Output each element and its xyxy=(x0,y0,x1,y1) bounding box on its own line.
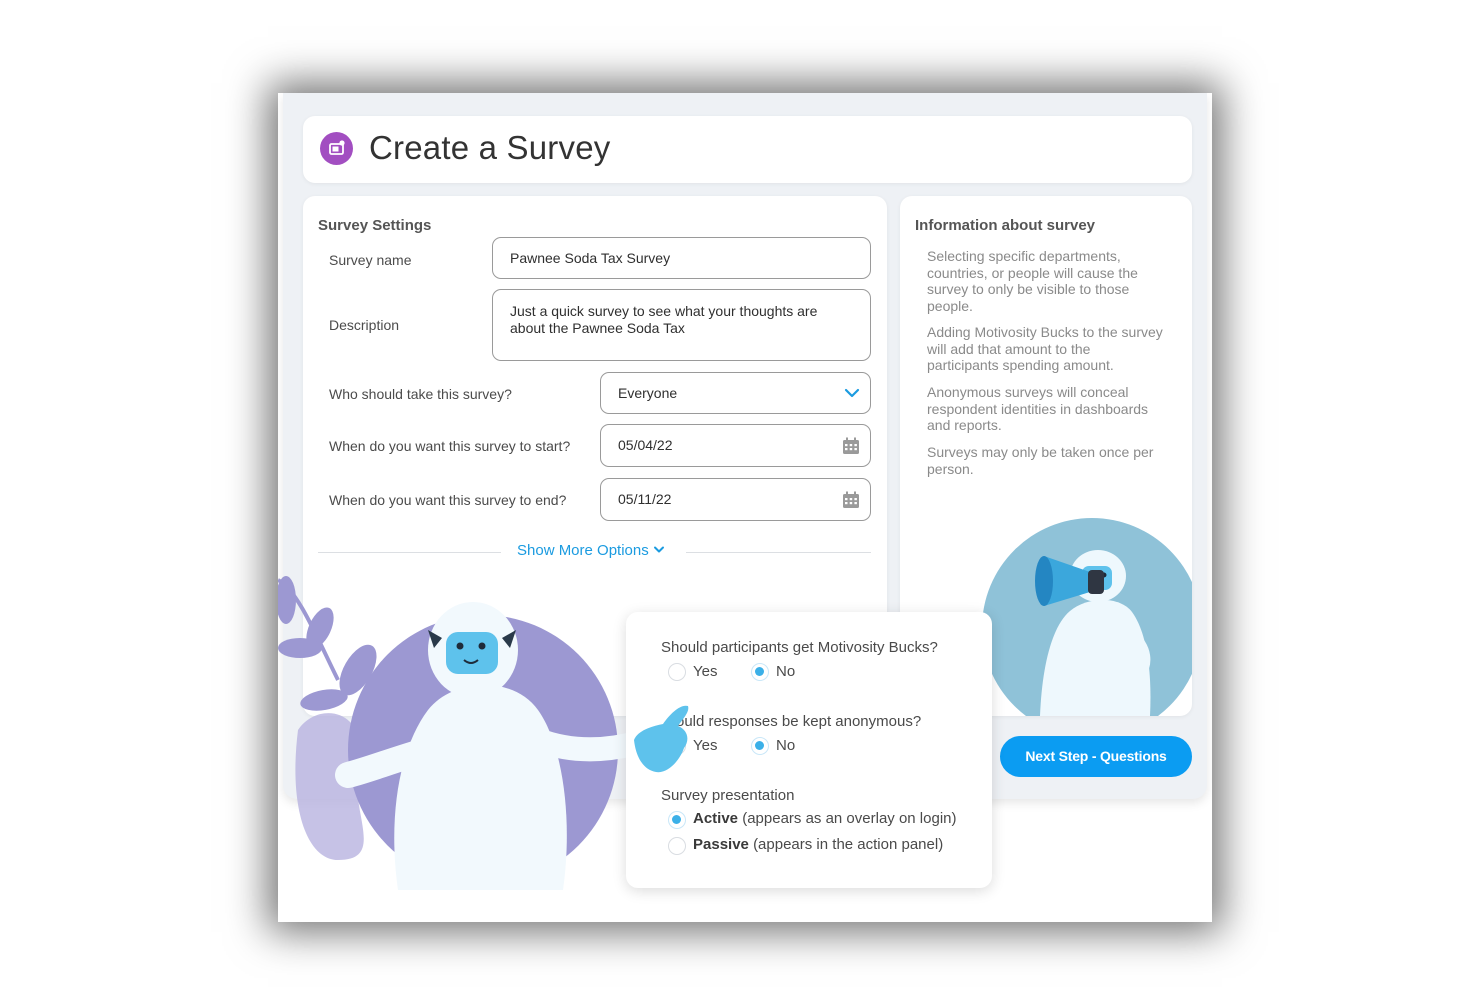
info-paragraph: Surveys may only be taken once per person… xyxy=(927,444,1154,477)
calendar-icon[interactable] xyxy=(842,491,860,512)
start-date-input[interactable]: 05/04/22 xyxy=(600,424,871,467)
start-date-label: When do you want this survey to start? xyxy=(329,438,571,454)
bucks-yes-label: Yes xyxy=(693,663,718,680)
anonymous-no-label: No xyxy=(776,737,796,754)
description-value: Just a quick survey to see what your tho… xyxy=(510,303,818,336)
survey-icon xyxy=(320,132,353,165)
description-label: Description xyxy=(329,317,400,333)
presentation-active-label: Active (appears as an overlay on login) xyxy=(693,810,957,827)
audience-select[interactable]: Everyone xyxy=(600,372,871,414)
bucks-no-label: No xyxy=(776,663,796,680)
show-more-options-link[interactable]: Show More Options xyxy=(517,542,665,559)
start-date-value: 05/04/22 xyxy=(618,437,673,453)
divider xyxy=(686,552,871,553)
bucks-yes-radio[interactable] xyxy=(668,663,686,681)
survey-name-label: Survey name xyxy=(329,252,412,268)
survey-name-input[interactable]: Pawnee Soda Tax Survey xyxy=(492,237,871,279)
page-title: Create a Survey xyxy=(369,129,611,166)
end-date-label: When do you want this survey to end? xyxy=(329,492,567,508)
yeti-megaphone-illustration xyxy=(982,518,1192,716)
audience-value: Everyone xyxy=(618,385,678,401)
page-header: Create a Survey xyxy=(303,116,1192,183)
anonymous-question: ould responses be kept anonymous? xyxy=(676,713,922,730)
chevron-down-icon xyxy=(653,542,665,559)
bucks-no-radio[interactable] xyxy=(751,663,769,681)
divider xyxy=(318,552,501,553)
info-paragraph: Selecting specific departments, countries… xyxy=(927,248,1138,314)
section-title: Survey Settings xyxy=(318,217,432,234)
next-step-button[interactable]: Next Step - Questions xyxy=(1000,736,1192,777)
calendar-icon[interactable] xyxy=(842,437,860,458)
info-paragraph: Adding Motivosity Bucks to the survey wil… xyxy=(927,324,1163,373)
anonymous-no-radio[interactable] xyxy=(751,737,769,755)
presentation-passive-label: Passive (appears in the action panel) xyxy=(693,836,944,853)
presentation-active-radio[interactable] xyxy=(668,811,686,829)
bucks-question: Should participants get Motivosity Bucks… xyxy=(661,639,938,656)
end-date-input[interactable]: 05/11/22 xyxy=(600,478,871,521)
info-paragraph: Anonymous surveys will conceal respondent… xyxy=(927,384,1149,433)
presentation-question: Survey presentation xyxy=(661,787,795,804)
end-date-value: 05/11/22 xyxy=(618,491,672,507)
description-textarea[interactable]: Just a quick survey to see what your tho… xyxy=(492,289,871,361)
pointing-hand-icon xyxy=(634,705,689,773)
info-title: Information about survey xyxy=(915,217,1096,234)
presentation-passive-radio[interactable] xyxy=(668,837,686,855)
audience-label: Who should take this survey? xyxy=(329,386,512,402)
chevron-down-icon xyxy=(844,386,860,402)
survey-name-value: Pawnee Soda Tax Survey xyxy=(510,250,671,266)
